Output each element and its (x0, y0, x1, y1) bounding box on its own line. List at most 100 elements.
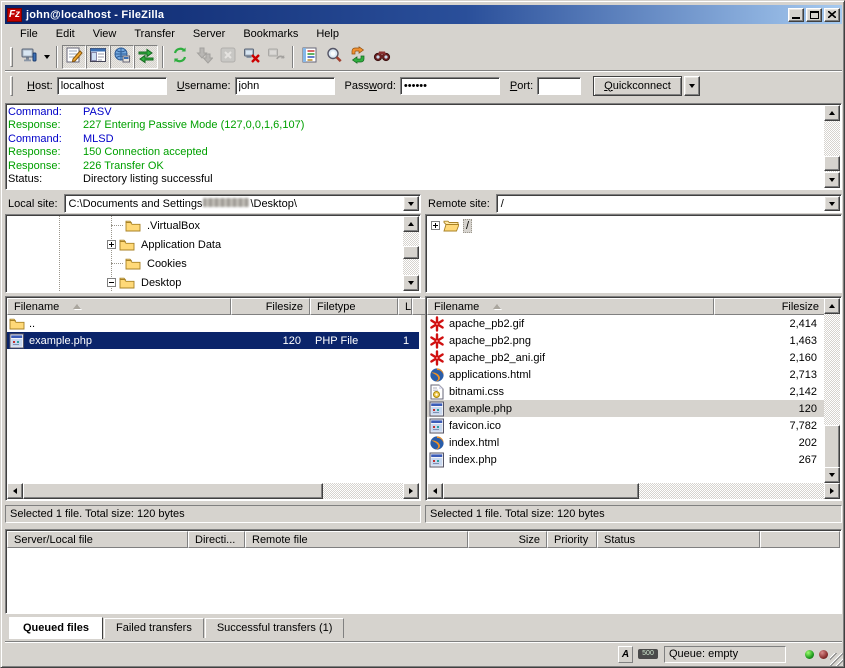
collapse-minus-icon[interactable] (107, 278, 116, 287)
cell-text: 120 (283, 335, 301, 347)
queue-column-remote-file[interactable]: Remote file (245, 531, 468, 548)
toolbar-separator (292, 46, 294, 68)
remote-list-vscrollbar[interactable] (824, 298, 840, 483)
file-row-example-php[interactable]: example.php120 (427, 400, 824, 417)
scroll-thumb[interactable] (824, 425, 840, 469)
scroll-thumb[interactable] (824, 156, 840, 171)
find-files-button[interactable] (370, 45, 394, 69)
column-header-filename[interactable]: Filename (427, 298, 714, 315)
toggle-transfer-queue-button[interactable] (134, 45, 158, 69)
scroll-thumb[interactable] (443, 483, 639, 499)
site-manager-button[interactable] (17, 45, 41, 69)
synchronized-browsing-button[interactable] (346, 45, 370, 69)
filter-button[interactable] (298, 45, 322, 69)
reconnect-button[interactable] (264, 45, 288, 69)
local-site-combobox[interactable]: C:\Documents and Settings\Desktop\ (64, 194, 421, 213)
port-field[interactable] (537, 77, 581, 95)
toggle-local-tree-button[interactable] (86, 45, 110, 69)
scroll-up-button[interactable] (403, 216, 419, 232)
menu-edit[interactable]: Edit (47, 26, 84, 42)
queue-column-server-local-file[interactable]: Server/Local file (7, 531, 188, 548)
minimize-button[interactable] (788, 8, 804, 22)
reconnect-icon (267, 46, 285, 67)
window-titlebar[interactable]: Fz john@localhost - FileZilla (5, 5, 842, 24)
speed-limit-icon[interactable]: 500 (638, 649, 658, 659)
directory-comparison-icon (325, 46, 343, 67)
queue-column-directi-[interactable]: Directi... (188, 531, 245, 548)
quickconnect-button[interactable]: Quickconnect (593, 76, 682, 96)
toggle-message-log-button[interactable] (62, 45, 86, 69)
scroll-left-button[interactable] (427, 483, 443, 499)
expand-plus-icon[interactable] (431, 221, 440, 230)
queue-column-size[interactable]: Size (468, 531, 547, 548)
cell: 1 (398, 332, 419, 349)
minimize-icon (792, 17, 800, 19)
password-field[interactable] (400, 77, 500, 95)
toggle-remote-tree-button[interactable] (110, 45, 134, 69)
scroll-right-button[interactable] (403, 483, 419, 499)
remote-site-combobox[interactable]: / (496, 194, 842, 213)
column-header-l[interactable]: L (398, 298, 412, 315)
file-row-index-html[interactable]: index.html202 (427, 434, 824, 451)
tab-queued-files[interactable]: Queued files (9, 617, 103, 639)
disconnect-button[interactable] (240, 45, 264, 69)
queue-column-priority[interactable]: Priority (547, 531, 597, 548)
tree-item-cookies[interactable]: Cookies (7, 254, 419, 273)
scroll-up-button[interactable] (824, 105, 840, 121)
scroll-down-button[interactable] (824, 172, 840, 188)
column-header-filesize[interactable]: Filesize (231, 298, 310, 315)
file-row-example-php[interactable]: example.php120PHP File1 (7, 332, 419, 349)
file-row-favicon-ico[interactable]: favicon.ico7,782 (427, 417, 824, 434)
local-tree-scrollbar[interactable] (403, 216, 419, 291)
log-scrollbar[interactable] (824, 105, 840, 188)
directory-comparison-button[interactable] (322, 45, 346, 69)
expand-plus-icon[interactable] (107, 240, 116, 249)
scroll-down-button[interactable] (824, 467, 840, 483)
cancel-button[interactable] (216, 45, 240, 69)
file-row-apache-pb2-gif[interactable]: apache_pb2.gif2,414 (427, 315, 824, 332)
file-row-bitnami-css[interactable]: bitnami.css2,142 (427, 383, 824, 400)
file-row-index-php[interactable]: index.php267 (427, 451, 824, 468)
quickconnect-dropdown-button[interactable] (684, 76, 700, 96)
remote-site-dropdown-button[interactable] (824, 196, 840, 211)
local-site-dropdown-button[interactable] (403, 196, 419, 211)
menu-view[interactable]: View (84, 26, 126, 42)
column-header-filesize[interactable]: Filesize (714, 298, 826, 315)
tab-successful-transfers-1-[interactable]: Successful transfers (1) (205, 618, 345, 638)
process-queue-button[interactable] (192, 45, 216, 69)
menu-file[interactable]: File (11, 26, 47, 42)
menu-transfer[interactable]: Transfer (125, 26, 184, 42)
tab-failed-transfers[interactable]: Failed transfers (104, 618, 204, 638)
menu-server[interactable]: Server (184, 26, 234, 42)
refresh-button[interactable] (168, 45, 192, 69)
file-row-apache-pb2-png[interactable]: apache_pb2.png1,463 (427, 332, 824, 349)
tree-item-desktop[interactable]: Desktop (7, 273, 419, 291)
site-manager-dropdown-button[interactable] (41, 46, 52, 68)
menu-help[interactable]: Help (307, 26, 348, 42)
tree-item--[interactable]: / (427, 216, 840, 235)
scroll-thumb[interactable] (403, 246, 419, 259)
column-header-filename[interactable]: Filename (7, 298, 231, 315)
tree-item--virtualbox[interactable]: .VirtualBox (7, 216, 419, 235)
data-type-icon: A (622, 649, 629, 660)
data-type-indicator-button[interactable]: A (618, 646, 633, 663)
username-field[interactable] (235, 77, 335, 95)
local-list-hscrollbar[interactable] (7, 483, 419, 499)
resize-grip[interactable] (830, 653, 843, 666)
queue-column-status[interactable]: Status (597, 531, 760, 548)
menu-bookmarks[interactable]: Bookmarks (234, 26, 307, 42)
scroll-thumb[interactable] (23, 483, 323, 499)
maximize-button[interactable] (806, 8, 822, 22)
file-row--[interactable]: .. (7, 315, 419, 332)
tree-item-application-data[interactable]: Application Data (7, 235, 419, 254)
scroll-right-button[interactable] (824, 483, 840, 499)
scroll-left-button[interactable] (7, 483, 23, 499)
column-header-filetype[interactable]: Filetype (310, 298, 398, 315)
remote-list-hscrollbar[interactable] (427, 483, 840, 499)
scroll-up-button[interactable] (824, 298, 840, 314)
file-row-applications-html[interactable]: applications.html2,713 (427, 366, 824, 383)
close-button[interactable] (824, 8, 840, 22)
host-field[interactable] (57, 77, 167, 95)
scroll-down-button[interactable] (403, 275, 419, 291)
file-row-apache-pb2-ani-gif[interactable]: apache_pb2_ani.gif2,160 (427, 349, 824, 366)
